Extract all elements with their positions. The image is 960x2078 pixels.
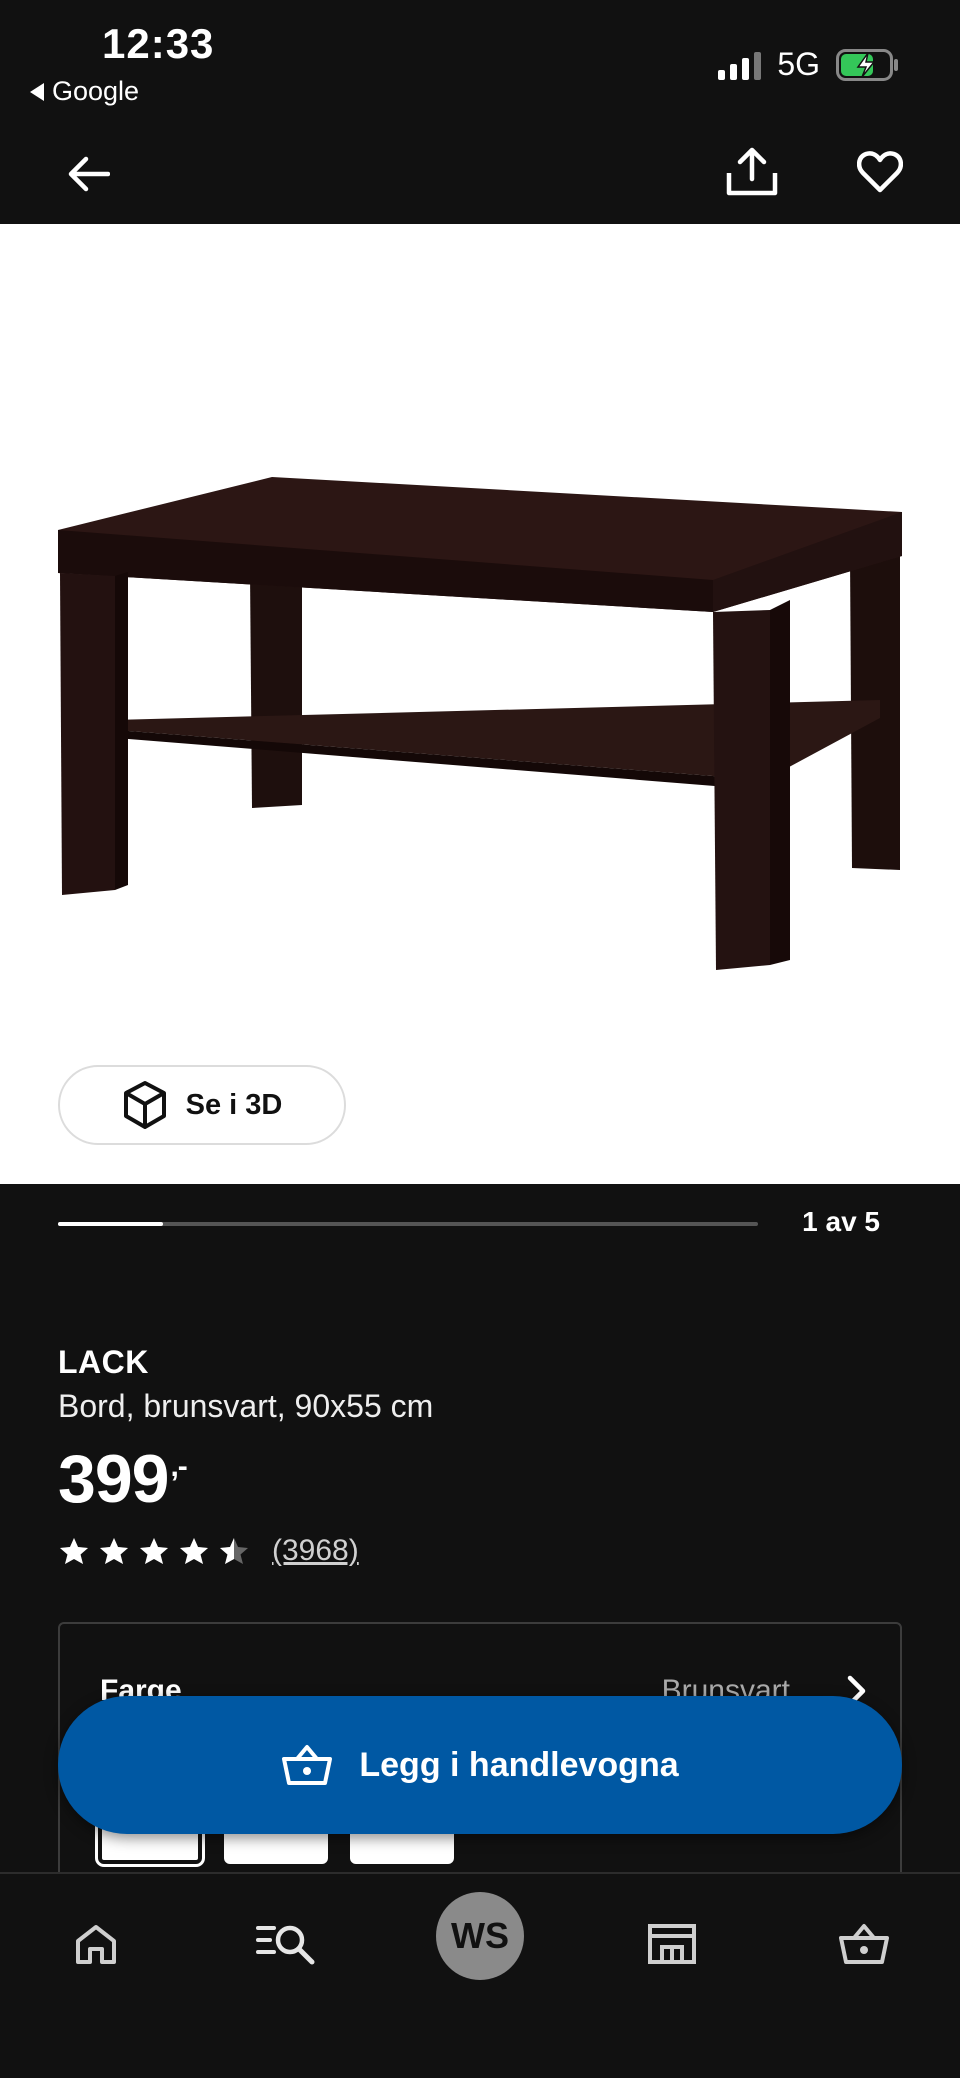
star-half-icon: [220, 1538, 248, 1564]
add-to-cart-button[interactable]: Legg i handlevogna: [58, 1696, 902, 1834]
tab-store[interactable]: [624, 1904, 720, 1984]
review-count[interactable]: (3968): [272, 1534, 359, 1568]
status-indicators: 5G: [718, 46, 900, 83]
basket-icon: [282, 1745, 333, 1785]
favorite-button[interactable]: [848, 140, 912, 204]
add-to-cart-label: Legg i handlevogna: [359, 1745, 679, 1784]
price-suffix: ,-: [170, 1450, 187, 1483]
view-in-3d-button[interactable]: Se i 3D: [58, 1065, 346, 1145]
avatar-initials: WS: [451, 1915, 509, 1956]
bottom-tab-bar: WS: [0, 1872, 960, 2078]
rating-stars: [58, 1536, 250, 1566]
product-price: 399,-: [58, 1440, 188, 1518]
cellular-signal-icon: [718, 50, 762, 80]
product-rating[interactable]: (3968): [58, 1534, 359, 1568]
store-icon: [648, 1924, 696, 1964]
search-list-icon: [256, 1925, 315, 1965]
tab-cart[interactable]: [816, 1904, 912, 1984]
coffee-table-image: [58, 477, 902, 970]
price-value: 399: [58, 1441, 169, 1517]
heart-icon: [857, 151, 903, 193]
back-button[interactable]: [56, 142, 120, 206]
top-nav: [0, 120, 960, 224]
star-full-icon: [60, 1538, 88, 1564]
tab-profile-avatar[interactable]: WS: [436, 1892, 524, 1980]
network-label: 5G: [777, 46, 820, 82]
gallery-position: 1 av 5: [802, 1206, 880, 1237]
share-button[interactable]: [720, 140, 784, 204]
gallery-progress: [58, 1222, 758, 1226]
arrow-left-icon: [68, 156, 110, 192]
tab-search[interactable]: [238, 1904, 334, 1984]
status-bar: 12:33 Google 5G: [0, 0, 960, 120]
view-in-3d-label: Se i 3D: [185, 1088, 283, 1121]
share-icon: [726, 147, 778, 196]
return-app-label: Google: [52, 76, 140, 106]
star-full-icon: [180, 1538, 208, 1564]
back-triangle-icon: [30, 82, 44, 101]
product-image-gallery[interactable]: [0, 224, 960, 1184]
battery-charging-icon: [836, 48, 898, 81]
home-icon: [76, 1925, 116, 1964]
return-to-app[interactable]: Google: [30, 76, 139, 107]
tab-home[interactable]: [48, 1904, 144, 1984]
basket-icon: [839, 1924, 889, 1964]
status-time: 12:33: [102, 20, 215, 67]
star-full-icon: [140, 1538, 168, 1564]
gallery-progress-fill: [58, 1222, 163, 1226]
star-full-icon: [100, 1538, 128, 1564]
product-description: Bord, brunsvart, 90x55 cm: [58, 1388, 434, 1424]
product-name: LACK: [58, 1344, 149, 1380]
cube-icon: [123, 1081, 166, 1129]
